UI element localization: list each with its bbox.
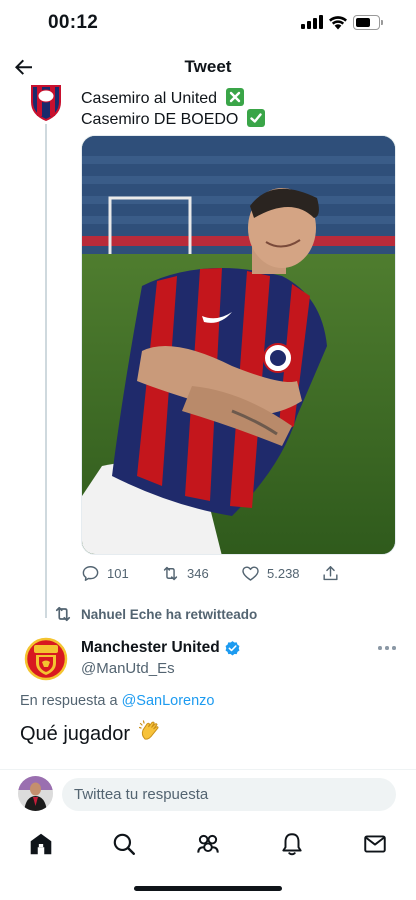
- more-options-icon[interactable]: [378, 645, 396, 651]
- share-icon: [323, 565, 338, 580]
- messages-icon[interactable]: [362, 831, 388, 857]
- retweet-icon: [55, 606, 71, 622]
- author-display-name: Manchester United: [81, 639, 220, 656]
- tab-bar: [0, 820, 416, 868]
- cellular-signal-icon: [301, 15, 323, 29]
- heart-icon: [242, 565, 259, 581]
- reply-icon: [82, 565, 99, 581]
- main-tweet-body: Qué jugador: [20, 723, 131, 745]
- author-name[interactable]: Manchester United: [81, 639, 241, 657]
- retweet-banner: Nahuel Eche ha retwitteado: [53, 604, 257, 624]
- retweet-count: 346: [187, 565, 209, 581]
- like-count: 5.238: [267, 565, 300, 581]
- page-title: Tweet: [184, 57, 232, 76]
- reply-prefix: En respuesta a: [20, 693, 118, 709]
- manchester-united-crest-icon: [20, 633, 72, 685]
- reply-context: En respuesta a @SanLorenzo: [20, 693, 215, 709]
- tweet-line-1: Casemiro al United: [81, 88, 265, 109]
- reply-action[interactable]: 101: [81, 562, 129, 584]
- notifications-icon[interactable]: [279, 831, 305, 857]
- user-avatar-icon: [18, 776, 53, 811]
- divider: [0, 769, 416, 770]
- san-lorenzo-avatar[interactable]: [20, 72, 72, 124]
- retweet-icon: [163, 566, 178, 580]
- communities-icon[interactable]: [195, 831, 221, 857]
- tweet-line-1-text: Casemiro al United: [81, 90, 218, 107]
- retweet-action[interactable]: 346: [161, 562, 209, 584]
- clapping-hands-icon: [138, 720, 159, 740]
- home-icon[interactable]: [28, 831, 54, 857]
- tweet-line-2-text: Casemiro DE BOEDO: [81, 111, 239, 128]
- home-indicator[interactable]: [134, 886, 282, 891]
- search-icon[interactable]: [111, 831, 137, 857]
- share-action[interactable]: [321, 562, 340, 584]
- player-photo-illustration: [82, 136, 395, 554]
- wifi-icon: [329, 16, 347, 30]
- main-tweet-text: Qué jugador: [20, 719, 163, 746]
- like-action[interactable]: 5.238: [241, 562, 300, 584]
- tweet-actions: 101 346 5.238: [81, 562, 381, 584]
- tweet-photo[interactable]: [81, 135, 396, 555]
- manchester-united-avatar[interactable]: [20, 633, 72, 685]
- battery-level: [356, 18, 370, 27]
- retweet-banner-text[interactable]: Nahuel Eche ha retwitteado: [81, 607, 257, 622]
- reply-count: 101: [107, 565, 129, 581]
- cross-mark-button-icon: [225, 88, 244, 106]
- battery-icon: [353, 15, 384, 30]
- thread-line: [45, 118, 47, 618]
- san-lorenzo-crest-icon: [20, 72, 72, 124]
- author-handle[interactable]: @ManUtd_Es: [81, 660, 175, 677]
- quoted-tweet-text: Casemiro al United Casemiro DE BOEDO: [81, 88, 265, 130]
- verified-badge-icon: [225, 640, 240, 656]
- check-mark-button-icon: [246, 109, 265, 127]
- my-avatar[interactable]: [18, 776, 53, 811]
- reply-to-link[interactable]: @SanLorenzo: [122, 693, 215, 709]
- status-bar: 00:12: [0, 0, 416, 46]
- reply-input[interactable]: Twittea tu respuesta: [62, 778, 396, 811]
- tweet-line-2: Casemiro DE BOEDO: [81, 109, 265, 130]
- status-time: 00:12: [48, 12, 99, 33]
